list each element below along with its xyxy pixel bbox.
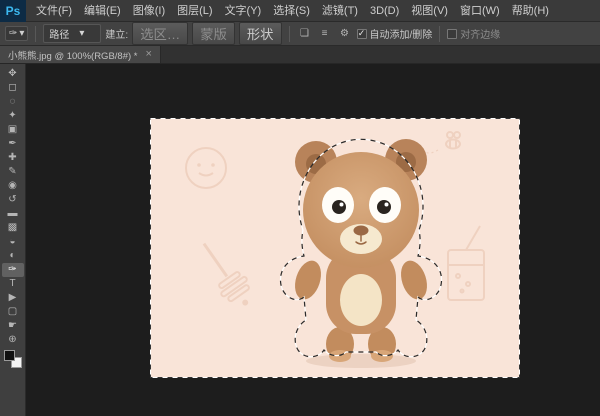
menu-edit[interactable]: 编辑(E) xyxy=(78,0,127,22)
menu-layer[interactable]: 图层(L) xyxy=(171,0,218,22)
menu-select[interactable]: 选择(S) xyxy=(267,0,316,22)
document-image[interactable] xyxy=(150,118,520,378)
tool-preset-picker[interactable]: ✑ ▾ xyxy=(5,26,28,41)
align-edges-label: 对齐边缘 xyxy=(460,26,500,41)
dodge-tool[interactable]: ◐ xyxy=(2,249,24,263)
marquee-tool[interactable]: ◻ xyxy=(2,81,24,95)
align-edges-option[interactable]: 对齐边缘 xyxy=(447,26,500,41)
gradient-tool[interactable]: ▩ xyxy=(2,221,24,235)
zoom-tool[interactable]: ⊕ xyxy=(2,333,24,347)
clone-stamp-tool[interactable]: ◉ xyxy=(2,179,24,193)
path-selection-tool[interactable]: ▶ xyxy=(2,291,24,305)
quick-selection-icon: ✦ xyxy=(8,111,16,121)
hand-icon: ☛ xyxy=(8,321,17,331)
divider xyxy=(439,26,440,42)
lasso-icon: ◌ xyxy=(10,97,16,107)
tool-options-bar: ✑ ▾ 路径 ▾ 建立: 选区… 蒙版 形状 ❏ ≡ ⚙ ✓ 自动添加/删除 对… xyxy=(0,22,600,46)
quick-selection-tool[interactable]: ✦ xyxy=(2,109,24,123)
dodge-icon: ◐ xyxy=(9,251,15,261)
eyedropper-tool[interactable]: ✒ xyxy=(2,137,24,151)
auto-add-delete-label: 自动添加/删除 xyxy=(370,26,433,41)
menu-filter[interactable]: 滤镜(T) xyxy=(316,0,364,22)
document-tab[interactable]: 小熊熊.jpg @ 100%(RGB/8#) * × xyxy=(0,46,161,63)
healing-brush-tool[interactable]: ✚ xyxy=(2,151,24,165)
path-operations-icon[interactable]: ❏ xyxy=(297,26,313,42)
chevron-down-icon: ▾ xyxy=(19,28,24,39)
photoshop-logo: Ps xyxy=(0,0,26,22)
teddy-bear-image xyxy=(150,118,520,378)
foreground-color-swatch[interactable] xyxy=(4,350,15,361)
tools-panel: ✥ ◻ ◌ ✦ ▣ ✒ ✚ ✎ ◉ ↺ ▬ ▩ ◒ ◐ ✑ T ▶ ▢ ☛ ⊕ xyxy=(0,64,26,416)
blur-tool[interactable]: ◒ xyxy=(2,235,24,249)
eraser-tool[interactable]: ▬ xyxy=(2,207,24,221)
shape-icon: ▢ xyxy=(8,307,17,317)
gradient-icon: ▩ xyxy=(8,223,17,233)
menu-view[interactable]: 视图(V) xyxy=(405,0,454,22)
divider xyxy=(289,26,290,42)
menu-image[interactable]: 图像(I) xyxy=(127,0,171,22)
menu-window[interactable]: 窗口(W) xyxy=(454,0,506,22)
tool-mode-select[interactable]: 路径 ▾ xyxy=(43,24,101,43)
type-icon: T xyxy=(9,279,15,289)
align-edges-checkbox[interactable] xyxy=(447,29,457,39)
photoshop-window: Ps 文件(F) 编辑(E) 图像(I) 图层(L) 文字(Y) 选择(S) 滤… xyxy=(0,0,600,416)
menu-type[interactable]: 文字(Y) xyxy=(219,0,268,22)
make-shape-button[interactable]: 形状 xyxy=(239,22,282,45)
shape-tool[interactable]: ▢ xyxy=(2,305,24,319)
path-selection-icon: ▶ xyxy=(9,293,17,303)
lasso-tool[interactable]: ◌ xyxy=(2,95,24,109)
divider xyxy=(35,26,36,42)
move-icon: ✥ xyxy=(8,69,16,79)
eyedropper-icon: ✒ xyxy=(8,139,16,149)
auto-add-delete-option[interactable]: ✓ 自动添加/删除 xyxy=(357,26,433,41)
history-brush-icon: ↺ xyxy=(8,195,16,205)
move-tool[interactable]: ✥ xyxy=(2,67,24,81)
pen-tool[interactable]: ✑ xyxy=(2,263,24,277)
pen-icon: ✑ xyxy=(8,265,16,275)
color-swatches[interactable] xyxy=(4,350,22,368)
make-selection-button[interactable]: 选区… xyxy=(132,22,188,45)
healing-brush-icon: ✚ xyxy=(8,153,16,163)
type-tool[interactable]: T xyxy=(2,277,24,291)
history-brush-tool[interactable]: ↺ xyxy=(2,193,24,207)
canvas-area[interactable] xyxy=(26,64,600,416)
menu-help[interactable]: 帮助(H) xyxy=(506,0,555,22)
blur-icon: ◒ xyxy=(9,237,15,247)
auto-add-delete-checkbox[interactable]: ✓ xyxy=(357,29,367,39)
tool-mode-value: 路径 xyxy=(49,26,69,41)
menu-bar: Ps 文件(F) 编辑(E) 图像(I) 图层(L) 文字(Y) 选择(S) 滤… xyxy=(0,0,600,22)
pen-tool-icon: ✑ xyxy=(9,28,17,39)
crop-icon: ▣ xyxy=(8,125,17,135)
close-icon[interactable]: × xyxy=(146,49,152,60)
path-alignment-icon[interactable]: ≡ xyxy=(317,26,333,42)
menu-3d[interactable]: 3D(D) xyxy=(364,0,405,22)
marquee-icon: ◻ xyxy=(8,83,16,93)
document-tab-bar: 小熊熊.jpg @ 100%(RGB/8#) * × xyxy=(0,46,600,64)
crop-tool[interactable]: ▣ xyxy=(2,123,24,137)
gear-icon[interactable]: ⚙ xyxy=(337,26,353,42)
hand-tool[interactable]: ☛ xyxy=(2,319,24,333)
brush-tool[interactable]: ✎ xyxy=(2,165,24,179)
zoom-icon: ⊕ xyxy=(8,335,16,345)
menu-file[interactable]: 文件(F) xyxy=(30,0,78,22)
make-label: 建立: xyxy=(105,26,128,41)
chevron-down-icon: ▾ xyxy=(79,28,84,39)
eraser-icon: ▬ xyxy=(8,209,18,219)
clone-stamp-icon: ◉ xyxy=(8,181,17,191)
document-tab-title: 小熊熊.jpg @ 100%(RGB/8#) * xyxy=(8,48,138,62)
brush-icon: ✎ xyxy=(8,167,16,177)
make-mask-button[interactable]: 蒙版 xyxy=(192,22,235,45)
